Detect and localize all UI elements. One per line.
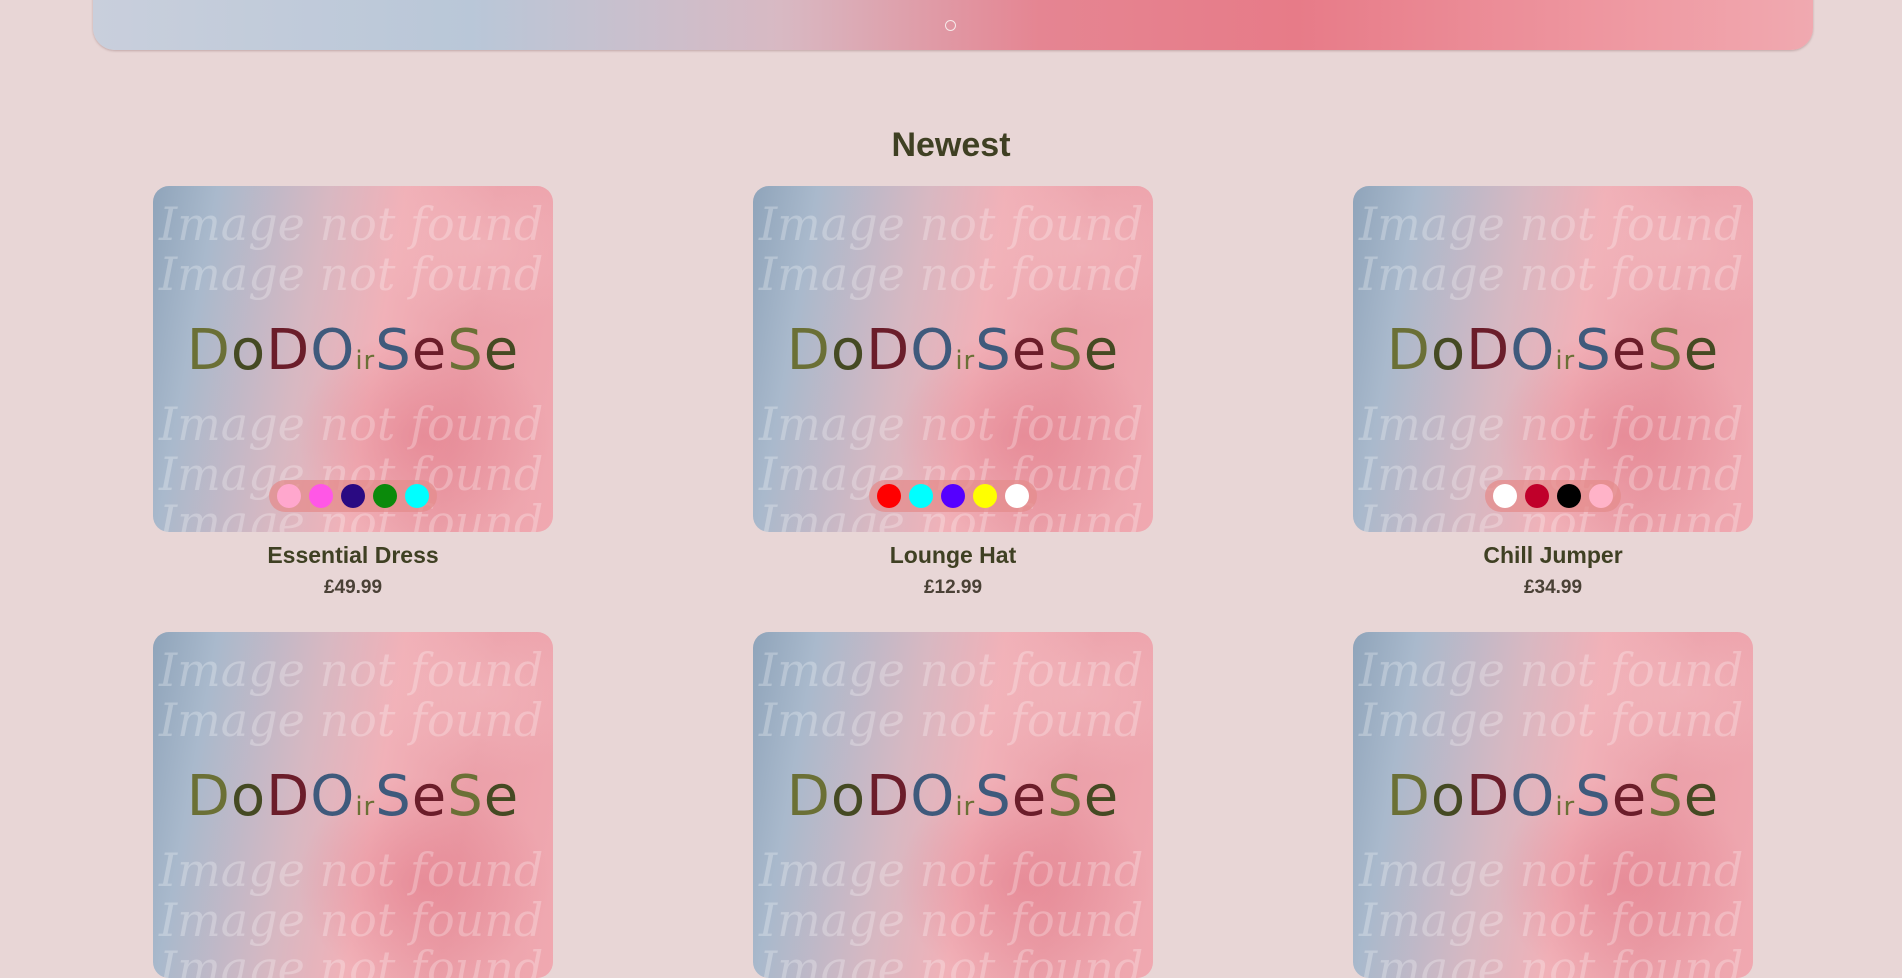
color-swatch[interactable] xyxy=(1005,484,1029,508)
color-swatch[interactable] xyxy=(1525,484,1549,508)
image-not-found-watermark: Image not found xyxy=(1359,693,1744,747)
image-not-found-watermark: Image not found xyxy=(759,247,1144,301)
image-not-found-watermark: Image not found xyxy=(1359,197,1744,251)
image-not-found-watermark: Image not found xyxy=(759,643,1144,697)
product-card[interactable]: Image not found Image not found Image not … xyxy=(753,186,1153,599)
image-not-found-watermark: Image not found xyxy=(159,643,544,697)
image-not-found-watermark: Image not found xyxy=(759,693,1144,747)
brand-logo: DoDOirSeSe xyxy=(1386,318,1720,383)
image-not-found-watermark: Image not found xyxy=(1359,247,1744,301)
product-image[interactable]: Image not found Image not found Image not … xyxy=(1353,186,1753,532)
product-price: £49.99 xyxy=(323,577,383,598)
product-card[interactable]: Image not found Image not found Image not … xyxy=(1353,632,1753,978)
brand-logo: DoDOirSeSe xyxy=(186,318,520,383)
product-image[interactable]: Image not found Image not found Image not … xyxy=(153,186,553,532)
product-image[interactable]: Image not found Image not found Image not … xyxy=(753,186,1153,532)
image-not-found-watermark: Image not found xyxy=(1359,941,1744,978)
image-not-found-watermark: Image not found xyxy=(159,397,544,451)
product-name[interactable]: Essential Dress xyxy=(153,542,553,569)
product-price: £12.99 xyxy=(923,577,983,598)
section-title: Newest xyxy=(891,126,1011,164)
color-swatches xyxy=(1485,480,1621,512)
product-name[interactable]: Chill Jumper xyxy=(1353,542,1753,569)
image-not-found-watermark: Image not found xyxy=(1359,397,1744,451)
product-image[interactable]: Image not found Image not found Image not … xyxy=(153,632,553,978)
color-swatch[interactable] xyxy=(373,484,397,508)
brand-logo: DoDOirSeSe xyxy=(186,764,520,829)
image-not-found-watermark: Image not found xyxy=(159,197,544,251)
color-swatch[interactable] xyxy=(341,484,365,508)
product-name[interactable]: Lounge Hat xyxy=(753,542,1153,569)
product-price: £34.99 xyxy=(1523,577,1583,598)
image-not-found-watermark: Image not found xyxy=(759,197,1144,251)
image-not-found-watermark: Image not found xyxy=(159,893,544,947)
color-swatch[interactable] xyxy=(877,484,901,508)
image-not-found-watermark: Image not found xyxy=(159,941,544,978)
image-not-found-watermark: Image not found xyxy=(159,247,544,301)
color-swatches xyxy=(269,480,437,512)
carousel-dot[interactable] xyxy=(945,20,956,31)
brand-logo: DoDOirSeSe xyxy=(786,318,1120,383)
image-not-found-watermark: Image not found xyxy=(159,843,544,897)
color-swatches xyxy=(869,480,1037,512)
color-swatch[interactable] xyxy=(309,484,333,508)
product-image[interactable]: Image not found Image not found Image not … xyxy=(1353,632,1753,978)
image-not-found-watermark: Image not found xyxy=(1359,643,1744,697)
image-not-found-watermark: Image not found xyxy=(1359,843,1744,897)
color-swatch[interactable] xyxy=(1589,484,1613,508)
image-not-found-watermark: Image not found xyxy=(159,693,544,747)
brand-logo: DoDOirSeSe xyxy=(1386,764,1720,829)
color-swatch[interactable] xyxy=(973,484,997,508)
hero-banner xyxy=(93,0,1813,50)
product-image[interactable]: Image not found Image not found Image not … xyxy=(753,632,1153,978)
image-not-found-watermark: Image not found xyxy=(759,941,1144,978)
color-swatch[interactable] xyxy=(1557,484,1581,508)
image-not-found-watermark: Image not found xyxy=(759,397,1144,451)
color-swatch[interactable] xyxy=(405,484,429,508)
image-not-found-watermark: Image not found xyxy=(759,843,1144,897)
product-card[interactable]: Image not found Image not found Image not … xyxy=(1353,186,1753,599)
color-swatch[interactable] xyxy=(277,484,301,508)
color-swatch[interactable] xyxy=(1493,484,1517,508)
color-swatch[interactable] xyxy=(941,484,965,508)
image-not-found-watermark: Image not found xyxy=(1359,893,1744,947)
product-card[interactable]: Image not found Image not found Image not … xyxy=(153,186,553,599)
product-card[interactable]: Image not found Image not found Image not … xyxy=(153,632,553,978)
product-card[interactable]: Image not found Image not found Image not … xyxy=(753,632,1153,978)
brand-logo: DoDOirSeSe xyxy=(786,764,1120,829)
color-swatch[interactable] xyxy=(909,484,933,508)
image-not-found-watermark: Image not found xyxy=(759,893,1144,947)
